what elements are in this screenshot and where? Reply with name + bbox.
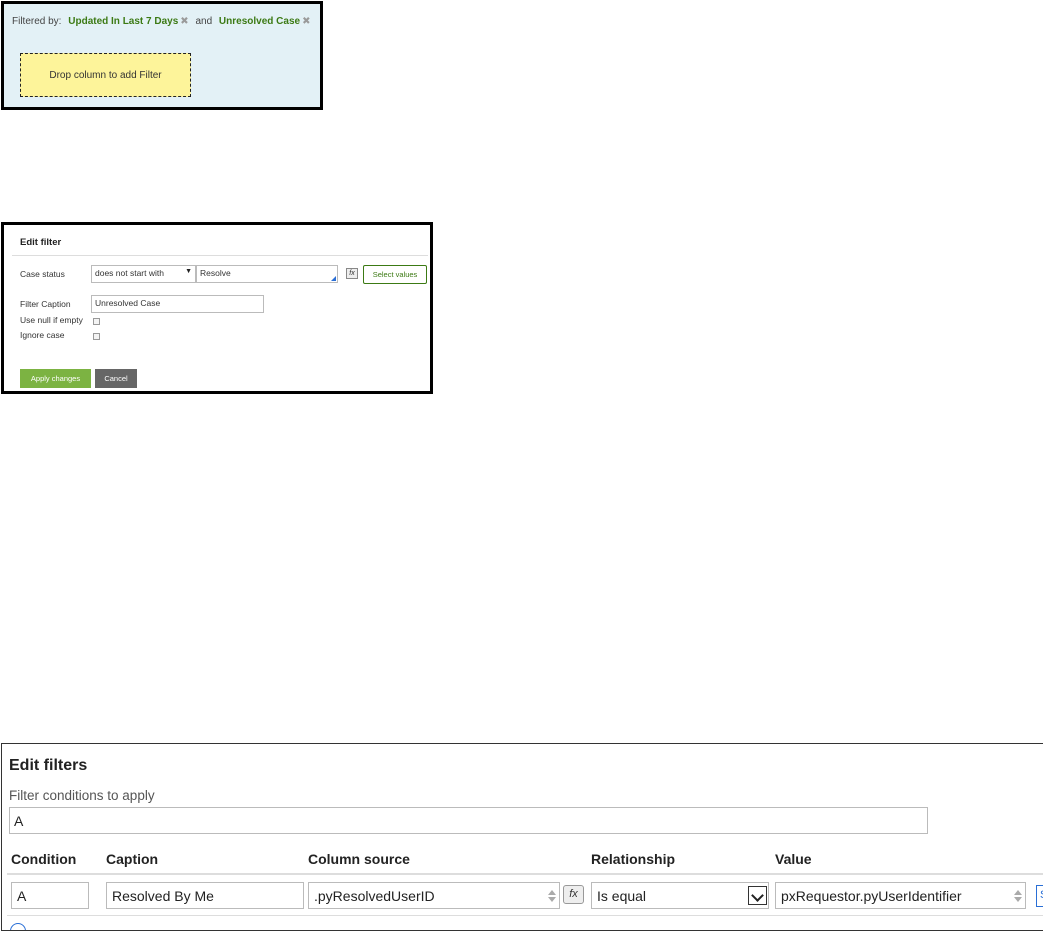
filter-tag-unresolved[interactable]: Unresolved Case bbox=[219, 16, 300, 27]
drop-column-zone[interactable]: Drop column to add Filter bbox=[20, 53, 191, 97]
conditions-label: Filter conditions to apply bbox=[9, 788, 155, 803]
edit-filter-dialog: Edit filter Case status does not start w… bbox=[1, 222, 433, 394]
panel-title: Edit filters bbox=[9, 757, 88, 774]
dialog-title: Edit filter bbox=[20, 237, 62, 248]
column-source-input[interactable]: .pyResolvedUserID bbox=[308, 882, 560, 909]
relationship-select[interactable]: Is equal bbox=[591, 882, 769, 909]
column-source-spinner-icon[interactable] bbox=[547, 890, 556, 904]
filter-value-text: Resolve bbox=[200, 268, 231, 278]
caption-input[interactable]: Resolved By Me bbox=[106, 882, 304, 909]
conditions-input[interactable]: A bbox=[9, 807, 928, 834]
condition-input[interactable]: A bbox=[11, 882, 89, 909]
use-null-checkbox[interactable] bbox=[93, 318, 100, 325]
filter-tag-updated[interactable]: Updated In Last 7 Days bbox=[68, 16, 178, 27]
chevron-down-icon[interactable] bbox=[748, 886, 767, 905]
divider bbox=[12, 255, 428, 256]
case-status-label: Case status bbox=[20, 269, 65, 279]
expression-builder-button[interactable]: fx bbox=[563, 885, 584, 904]
column-header-caption: Caption bbox=[106, 851, 159, 867]
filter-bar: Filtered by: Updated In Last 7 Days ✖ and… bbox=[1, 1, 323, 110]
cancel-button[interactable]: Cancel bbox=[95, 369, 137, 388]
row-divider bbox=[7, 915, 1043, 916]
resize-handle-icon[interactable] bbox=[331, 276, 336, 281]
filtered-by-line: Filtered by: Updated In Last 7 Days ✖ and… bbox=[12, 16, 310, 27]
select-values-button[interactable]: S bbox=[1036, 885, 1043, 907]
remove-filter-icon[interactable]: ✖ bbox=[302, 16, 310, 27]
edit-filters-panel: Edit filters Filter conditions to apply … bbox=[1, 743, 1043, 931]
filter-caption-input[interactable]: Unresolved Case bbox=[91, 295, 264, 313]
ignore-case-checkbox[interactable] bbox=[93, 333, 100, 340]
filter-caption-text: Unresolved Case bbox=[95, 298, 161, 308]
operator-select[interactable]: does not start with ▼ bbox=[91, 265, 196, 283]
column-header-condition: Condition bbox=[11, 851, 77, 867]
ignore-case-label: Ignore case bbox=[20, 330, 65, 340]
filter-caption-label: Filter Caption bbox=[20, 299, 71, 309]
value-spinner-icon[interactable] bbox=[1013, 890, 1022, 904]
value-input[interactable]: pxRequestor.pyUserIdentifier bbox=[775, 882, 1026, 909]
filter-joiner: and bbox=[195, 16, 213, 27]
drop-zone-label: Drop column to add Filter bbox=[49, 69, 162, 81]
dropdown-arrow-icon: ▼ bbox=[185, 268, 192, 275]
remove-filter-icon[interactable]: ✖ bbox=[180, 16, 188, 27]
filter-value-input[interactable]: Resolve bbox=[196, 265, 338, 283]
select-values-button[interactable]: Select values bbox=[363, 265, 427, 284]
use-null-label: Use null if empty bbox=[20, 315, 83, 325]
column-header-column-source: Column source bbox=[308, 851, 410, 867]
expression-builder-button[interactable]: fx bbox=[346, 268, 358, 279]
operator-value: does not start with bbox=[95, 268, 164, 278]
column-header-value: Value bbox=[775, 851, 812, 867]
header-divider bbox=[7, 873, 1043, 875]
filtered-by-prefix: Filtered by: bbox=[12, 16, 62, 27]
column-header-relationship: Relationship bbox=[591, 851, 676, 867]
apply-changes-button[interactable]: Apply changes bbox=[20, 369, 91, 388]
add-row-icon[interactable] bbox=[10, 923, 26, 930]
